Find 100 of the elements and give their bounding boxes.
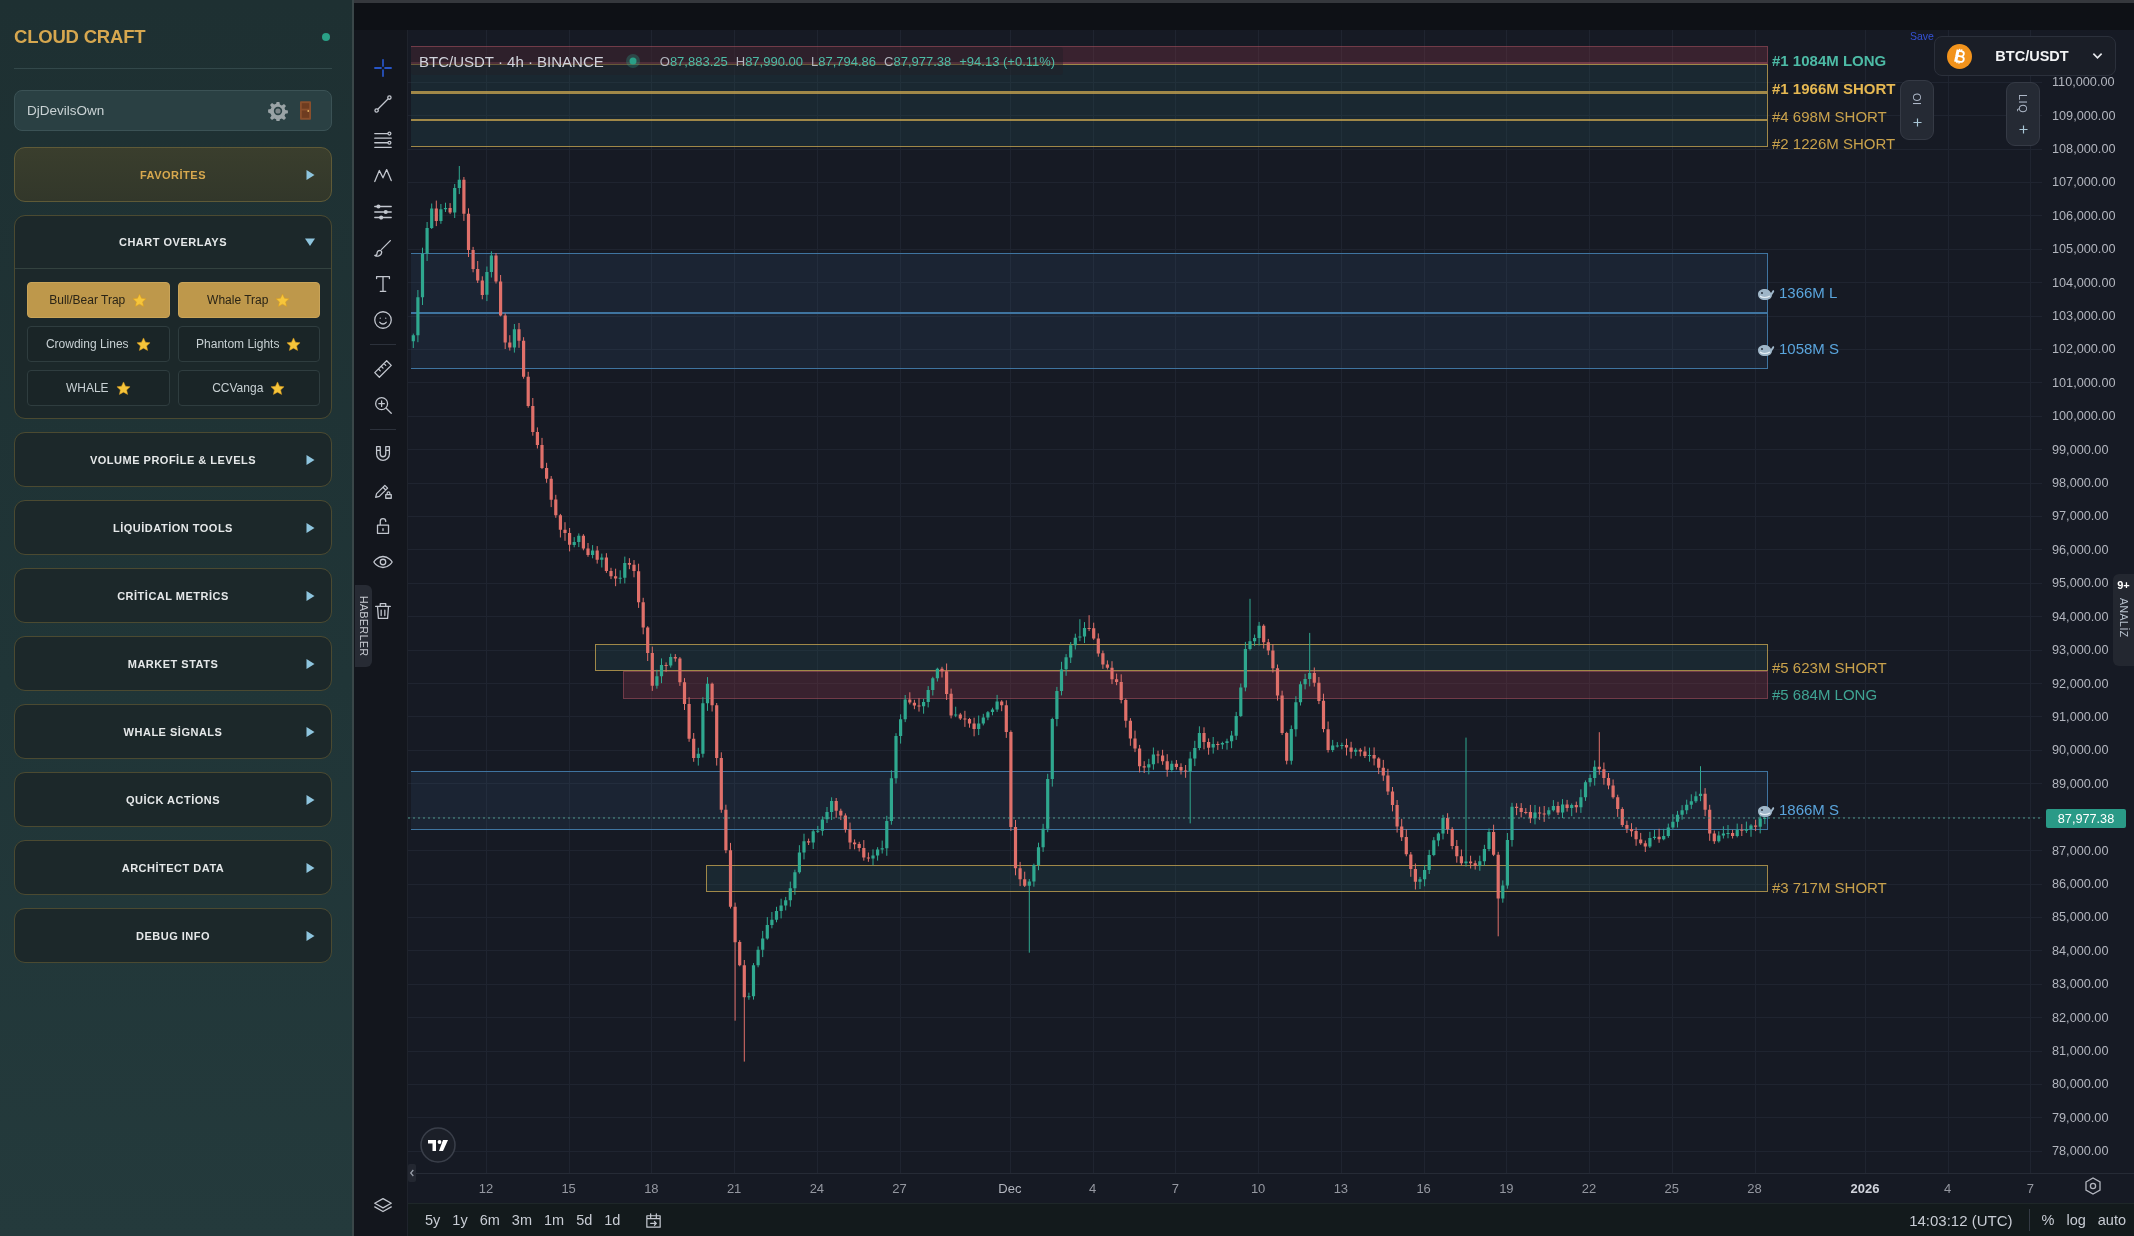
user-name: DjDevilsOwn: [27, 103, 106, 118]
time-axis-label: 4: [1089, 1180, 1097, 1196]
overlay-toggle-button[interactable]: CCVanga: [177, 370, 320, 406]
zone-label: #1 1084M LONG: [1772, 51, 1887, 69]
overlay-toggle-button[interactable]: Bull/Bear Trap: [27, 282, 170, 318]
price-axis-label: 105,000.00: [2052, 242, 2116, 257]
price-axis-label: 96,000.00: [2052, 542, 2109, 557]
price-axis-label: 98,000.00: [2052, 476, 2109, 491]
price-axis-label: 82,000.00: [2052, 1010, 2109, 1025]
section-button[interactable]: QUİCK ACTİONS: [14, 772, 332, 827]
scale-button[interactable]: %: [2041, 1212, 2055, 1228]
horizontal-lines-icon[interactable]: [372, 129, 394, 151]
price-axis-label: 92,000.00: [2052, 676, 2109, 691]
price-axis-label: 110,000.00: [2052, 75, 2115, 90]
overlay-toggle-button[interactable]: Crowding Lines: [27, 326, 170, 362]
range-button[interactable]: 1d: [604, 1212, 621, 1228]
notification-count: 9+: [2117, 579, 2130, 592]
price-axis-label: 80,000.00: [2052, 1077, 2109, 1092]
ohlc-value: C87,977.38: [884, 53, 952, 69]
brush-icon[interactable]: [372, 237, 394, 259]
range-button[interactable]: 5d: [576, 1212, 593, 1228]
indicator-toggle-button[interactable]: OI: [1900, 80, 1934, 140]
settings-icon[interactable]: [268, 100, 288, 121]
price-axis-label: 93,000.00: [2052, 643, 2109, 658]
price-axis-label: 91,000.00: [2052, 709, 2109, 724]
trend-line-icon[interactable]: [372, 93, 394, 115]
overlay-toggle-button[interactable]: Whale Trap: [177, 282, 320, 318]
price-axis-label: 84,000.00: [2052, 943, 2109, 958]
price-axis-label: 103,000.00: [2052, 309, 2116, 323]
crosshair-icon[interactable]: [372, 57, 394, 79]
section-button[interactable]: CRİTİCAL METRİCS: [14, 568, 332, 623]
range-button[interactable]: 5y: [425, 1212, 441, 1228]
section-button[interactable]: ARCHİTECT DATA: [14, 840, 332, 895]
range-button[interactable]: 6m: [479, 1212, 500, 1228]
time-axis-label: 4: [1944, 1180, 1952, 1196]
ohlc-value: L87,794.86: [810, 53, 877, 69]
scale-button[interactable]: log: [2066, 1212, 2086, 1228]
time-axis-label: 28: [1747, 1180, 1762, 1196]
star-icon: [132, 292, 148, 308]
price-axis-label: 108,000.00: [2052, 141, 2116, 156]
symbol-selector[interactable]: BTC/USDT: [1934, 36, 2116, 76]
price-axis-label: 95,000.00: [2052, 576, 2109, 591]
time-axis-label: 15: [561, 1180, 576, 1196]
section-button[interactable]: VOLUME PROFİLE & LEVELS: [14, 432, 332, 487]
zoom-in-icon[interactable]: [372, 394, 394, 416]
section-button[interactable]: LİQUİDATİON TOOLS: [14, 500, 332, 555]
analysis-tab[interactable]: 9+ ANALİZ: [2113, 574, 2134, 666]
last-price-tag: 87,977.38: [2046, 809, 2126, 828]
price-axis-label: 79,000.00: [2052, 1110, 2109, 1125]
time-axis-label: 10: [1250, 1180, 1266, 1196]
time-axis-label: 21: [726, 1180, 742, 1196]
section-button[interactable]: WHALE SİGNALS: [14, 704, 332, 759]
parallel-lines-icon[interactable]: [372, 201, 394, 223]
plus-icon: [1912, 117, 1922, 127]
price-axis-label: 100,000.00: [2052, 409, 2116, 424]
indicator-toggle-button[interactable]: LIQ: [2006, 82, 2040, 146]
price-axis-label: 101,000.00: [2052, 375, 2116, 390]
zone-label: 1058M S: [1779, 340, 1840, 358]
time-axis-label: 19: [1499, 1180, 1514, 1196]
section-header[interactable]: CHART OVERLAYS: [15, 216, 331, 269]
price-axis-label: 97,000.00: [2052, 509, 2109, 524]
collapse-icon[interactable]: [408, 1164, 416, 1182]
range-button[interactable]: 3m: [511, 1212, 532, 1228]
overlay-toggle-button[interactable]: WHALE: [27, 370, 170, 406]
price-change: +94.13 (+0.11%): [959, 53, 1056, 69]
section-button[interactable]: MARKET STATS: [14, 636, 332, 691]
section-button[interactable]: FAVORİTES: [14, 147, 332, 202]
range-button[interactable]: 1y: [452, 1212, 468, 1228]
range-button[interactable]: 1m: [543, 1212, 565, 1228]
time-axis-label: 24: [809, 1180, 825, 1196]
price-axis-label: 85,000.00: [2052, 910, 2109, 925]
time-axis-label: 25: [1664, 1180, 1680, 1196]
time-axis-label: 2026: [1850, 1180, 1880, 1196]
news-tab[interactable]: HABERLER: [355, 585, 372, 667]
price-axis-label: 104,000.00: [2052, 275, 2116, 290]
clock-text: 14:03:12 (UTC): [1909, 1211, 2013, 1229]
zone-label: 1866M S: [1779, 801, 1840, 819]
trash-icon[interactable]: [372, 600, 394, 622]
settings-icon[interactable]: [2085, 1177, 2101, 1195]
time-axis-label: 22: [1581, 1180, 1597, 1196]
price-axis-label: 99,000.00: [2052, 442, 2109, 457]
time-axis-label: 18: [644, 1180, 659, 1196]
overlay-toggle-button[interactable]: Phantom Lights: [177, 326, 320, 362]
ruler-icon[interactable]: [372, 358, 394, 380]
zone-label: #3 717M SHORT: [1772, 879, 1887, 897]
smiley-icon[interactable]: [372, 309, 394, 331]
zone-label: #4 698M SHORT: [1772, 108, 1887, 126]
price-axis-label: 78,000.00: [2052, 1144, 2109, 1159]
calendar-icon[interactable]: [644, 1210, 664, 1230]
time-axis-label: 7: [2026, 1180, 2034, 1196]
chevron-down-icon: [2092, 52, 2103, 60]
price-axis-label: 94,000.00: [2052, 609, 2109, 624]
zone-label: #5 623M SHORT: [1772, 659, 1887, 677]
time-axis-label: 13: [1333, 1180, 1349, 1196]
price-axis-label: 107,000.00: [2052, 175, 2116, 190]
coin-icon: [1947, 43, 1972, 69]
section-button[interactable]: DEBUG INFO: [14, 908, 332, 963]
scale-button[interactable]: auto: [2097, 1212, 2126, 1228]
brand-title: CLOUD CRAFT: [14, 26, 146, 48]
zone-label: 1366M L: [1779, 284, 1838, 302]
